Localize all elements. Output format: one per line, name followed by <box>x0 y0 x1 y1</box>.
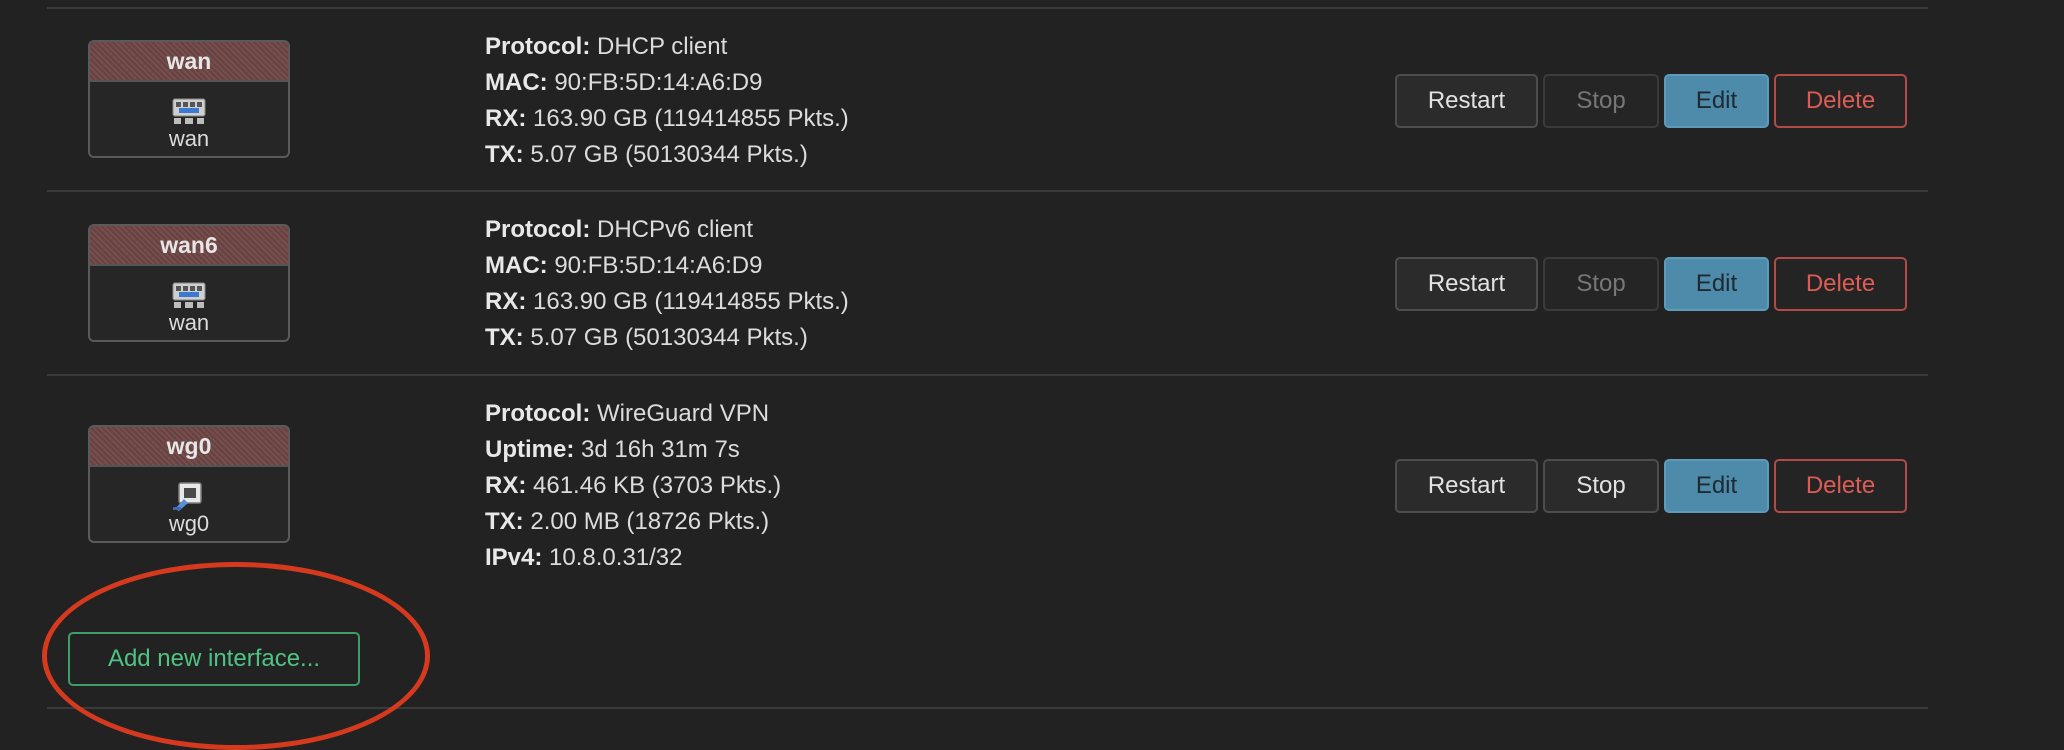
stop-button: Stop <box>1543 257 1659 311</box>
ethernet-port-icon <box>90 266 288 310</box>
status-line: TX: 5.07 GB (50130344 Pkts.) <box>485 141 808 168</box>
status-line: MAC: 90:FB:5D:14:A6:D9 <box>485 252 763 279</box>
status-line: RX: 163.90 GB (119414855 Pkts.) <box>485 105 849 132</box>
device-name: wan <box>168 126 210 151</box>
status-line: TX: 5.07 GB (50130344 Pkts.) <box>485 324 808 351</box>
stop-button[interactable]: Stop <box>1543 459 1659 513</box>
status-line: MAC: 90:FB:5D:14:A6:D9 <box>485 69 763 96</box>
interface-row-wg0: wg0 wg0 Protocol: WireGuard VPN Uptime: … <box>47 376 1928 586</box>
restart-button[interactable]: Restart <box>1395 459 1538 513</box>
stop-button: Stop <box>1543 74 1659 128</box>
interface-badge[interactable]: wan6 wan <box>88 224 290 342</box>
ethernet-port-icon <box>90 82 288 126</box>
status-line: RX: 461.46 KB (3703 Pkts.) <box>485 472 782 499</box>
interface-status: Protocol: DHCP client MAC: 90:FB:5D:14:A… <box>485 29 849 173</box>
interface-row-wan6: wan6 wan Protocol: DHCPv6 client MAC: 90… <box>47 192 1928 374</box>
device-name: wan <box>168 310 210 335</box>
status-line: Protocol: WireGuard VPN <box>485 400 770 427</box>
add-new-interface-button[interactable]: Add new interface... <box>68 632 360 686</box>
interface-status: Protocol: WireGuard VPN Uptime: 3d 16h 3… <box>485 396 781 576</box>
interface-badge[interactable]: wan wan <box>88 40 290 158</box>
restart-button[interactable]: Restart <box>1395 74 1538 128</box>
interface-name: wg0 <box>90 427 288 467</box>
edit-button[interactable]: Edit <box>1664 257 1769 311</box>
delete-button[interactable]: Delete <box>1774 257 1907 311</box>
device-name: wg0 <box>168 511 210 536</box>
edit-button[interactable]: Edit <box>1664 74 1769 128</box>
interface-actions: Restart Stop Edit Delete <box>1395 257 1907 311</box>
tunnel-icon <box>90 467 288 511</box>
delete-button[interactable]: Delete <box>1774 459 1907 513</box>
row-divider <box>47 707 1928 709</box>
delete-button[interactable]: Delete <box>1774 74 1907 128</box>
interface-status: Protocol: DHCPv6 client MAC: 90:FB:5D:14… <box>485 212 849 356</box>
interface-actions: Restart Stop Edit Delete <box>1395 459 1907 513</box>
status-line: Uptime: 3d 16h 31m 7s <box>485 436 740 463</box>
interface-badge[interactable]: wg0 wg0 <box>88 425 290 543</box>
status-line: Protocol: DHCP client <box>485 33 728 60</box>
interface-name: wan6 <box>90 226 288 266</box>
interface-name: wan <box>90 42 288 82</box>
interface-actions: Restart Stop Edit Delete <box>1395 74 1907 128</box>
interface-row-wan: wan wan Protocol: DHCP client MAC: 90:FB… <box>47 0 1928 190</box>
status-line: TX: 2.00 MB (18726 Pkts.) <box>485 508 770 535</box>
restart-button[interactable]: Restart <box>1395 257 1538 311</box>
edit-button[interactable]: Edit <box>1664 459 1769 513</box>
status-line: RX: 163.90 GB (119414855 Pkts.) <box>485 288 849 315</box>
status-line: Protocol: DHCPv6 client <box>485 216 754 243</box>
status-line: IPv4: 10.8.0.31/32 <box>485 544 683 571</box>
